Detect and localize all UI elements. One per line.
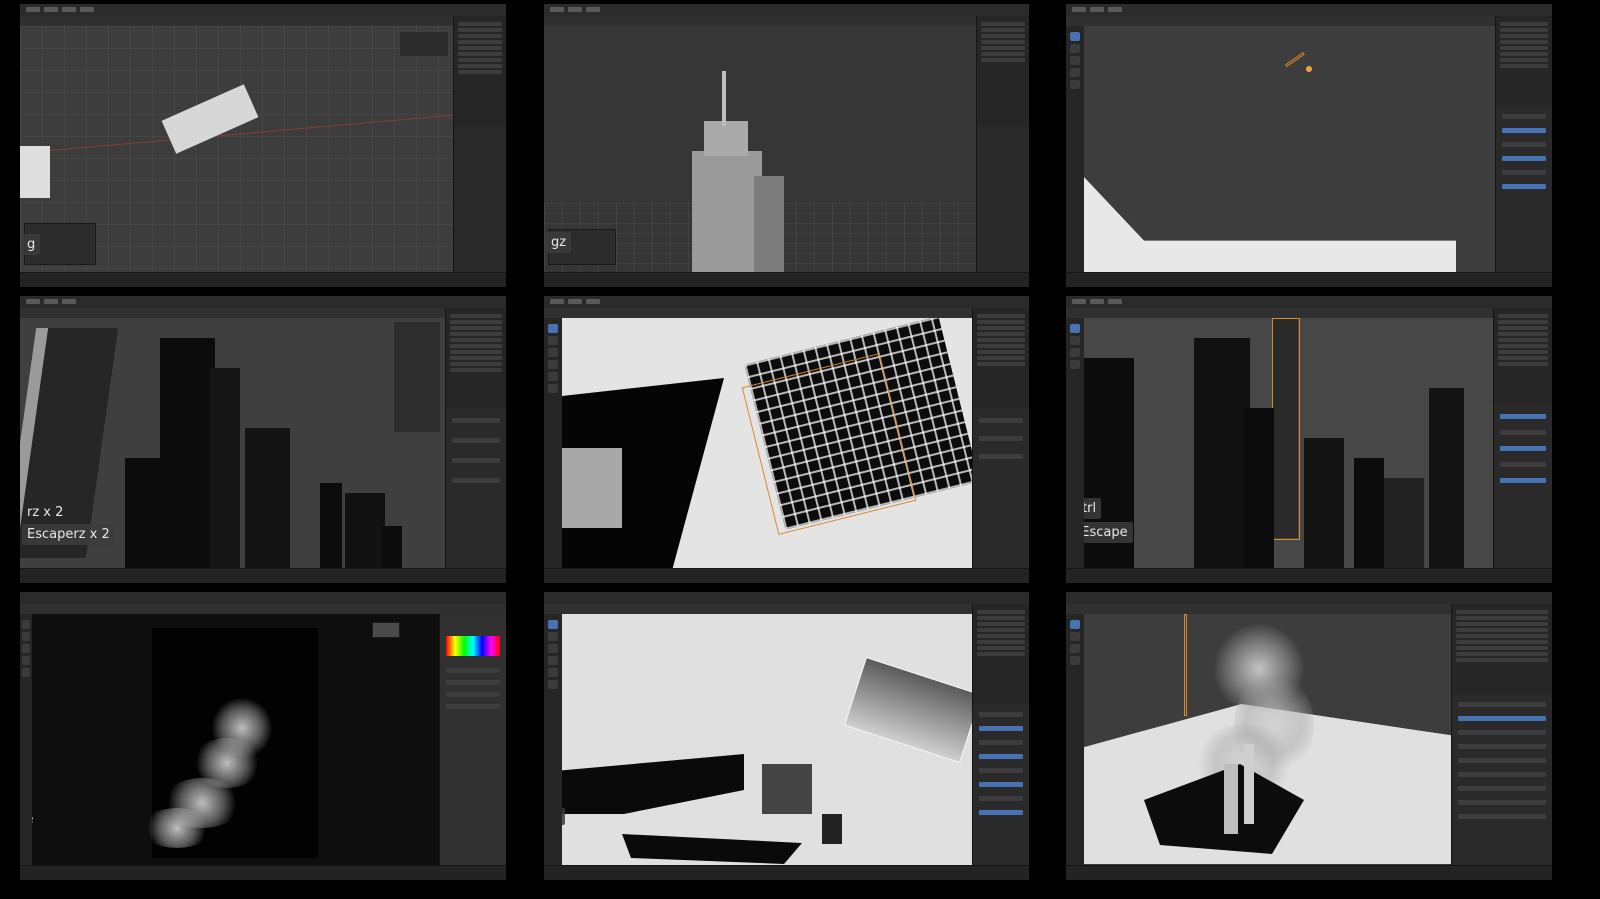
tool-shelf[interactable] bbox=[1066, 614, 1084, 866]
timeline[interactable] bbox=[544, 272, 1029, 287]
tool-shelf[interactable] bbox=[1066, 318, 1084, 569]
blender-window-2: gz bbox=[544, 4, 1029, 287]
tool-shelf[interactable] bbox=[1066, 26, 1084, 273]
blender-window-3: 0 bbox=[1066, 4, 1552, 287]
3d-viewport[interactable]: rz sg g bbox=[562, 614, 973, 866]
selection-outline bbox=[1272, 318, 1300, 540]
outliner[interactable] bbox=[445, 308, 506, 408]
key-overlay-bottom: gEscape bbox=[1084, 522, 1133, 543]
3d-viewport[interactable]: Ctrl gEscape bbox=[1084, 318, 1494, 569]
key-overlay: gz bbox=[546, 232, 572, 253]
n-panel[interactable] bbox=[394, 322, 440, 432]
tool-shelf[interactable] bbox=[544, 614, 562, 866]
key-overlay: e bbox=[32, 810, 37, 828]
smoke-domain-plane[interactable] bbox=[843, 656, 973, 764]
canvas-area[interactable]: e bbox=[32, 614, 440, 866]
blender-window-6: Ctrl gEscape bbox=[1066, 296, 1552, 583]
key-overlay-top: Ctrl bbox=[1084, 498, 1102, 519]
key-overlay-2: sg bbox=[562, 808, 565, 825]
properties-editor[interactable] bbox=[972, 408, 1029, 569]
timeline[interactable] bbox=[544, 865, 1029, 880]
blender-window-5: g bbox=[544, 296, 1029, 583]
outliner[interactable] bbox=[976, 16, 1029, 126]
blender-window-4: rz x 2 Escaperz x 2 bbox=[20, 296, 506, 583]
ground-plane[interactable] bbox=[1084, 158, 1456, 273]
timeline[interactable] bbox=[544, 568, 1029, 583]
key-overlay-top: rz x 2 bbox=[27, 505, 64, 520]
status-bar bbox=[20, 865, 506, 880]
properties-editor[interactable] bbox=[445, 408, 506, 569]
outliner[interactable] bbox=[1495, 16, 1552, 106]
image-editor-window: e bbox=[20, 592, 506, 880]
skyscraper[interactable] bbox=[160, 338, 215, 569]
timeline[interactable] bbox=[1066, 272, 1552, 287]
properties-editor[interactable] bbox=[453, 126, 506, 273]
properties-editor[interactable] bbox=[976, 126, 1029, 273]
key-overlay: g bbox=[22, 234, 41, 255]
color-panel[interactable] bbox=[439, 614, 506, 866]
blender-window-9 bbox=[1066, 592, 1552, 880]
outliner[interactable] bbox=[1451, 604, 1552, 694]
timeline[interactable] bbox=[20, 568, 506, 583]
key-overlay-bottom: Escaperz x 2 bbox=[22, 524, 115, 545]
timeline[interactable] bbox=[1066, 865, 1552, 880]
blender-window-1: g bbox=[20, 4, 506, 287]
timeline[interactable] bbox=[1066, 568, 1552, 583]
timeline[interactable] bbox=[20, 272, 506, 287]
tool-shelf[interactable] bbox=[20, 614, 32, 866]
outliner[interactable] bbox=[972, 308, 1029, 408]
properties-editor[interactable] bbox=[972, 704, 1029, 866]
color-picker[interactable] bbox=[446, 636, 500, 656]
outliner[interactable] bbox=[453, 16, 506, 126]
3d-viewport[interactable]: gz bbox=[544, 26, 977, 273]
tool-shelf[interactable] bbox=[544, 318, 562, 569]
properties-editor[interactable] bbox=[1451, 694, 1552, 866]
skyscraper-model[interactable] bbox=[692, 151, 762, 273]
outliner[interactable] bbox=[972, 604, 1029, 704]
outliner[interactable] bbox=[1493, 308, 1552, 404]
blender-window-8: rz sg g bbox=[544, 592, 1029, 880]
n-panel[interactable] bbox=[400, 32, 448, 56]
3d-viewport[interactable]: 0 bbox=[1084, 26, 1496, 273]
floating-dialog[interactable] bbox=[372, 622, 400, 638]
3d-viewport[interactable]: g bbox=[20, 26, 454, 273]
3d-viewport[interactable]: g bbox=[562, 318, 973, 569]
3d-viewport[interactable]: rz x 2 Escaperz x 2 bbox=[20, 318, 446, 569]
properties-editor[interactable] bbox=[1493, 404, 1552, 569]
3d-viewport[interactable] bbox=[1084, 614, 1452, 866]
properties-editor[interactable] bbox=[1495, 106, 1552, 273]
smoke-texture-canvas[interactable] bbox=[142, 628, 318, 858]
light-object[interactable] bbox=[1306, 66, 1312, 72]
